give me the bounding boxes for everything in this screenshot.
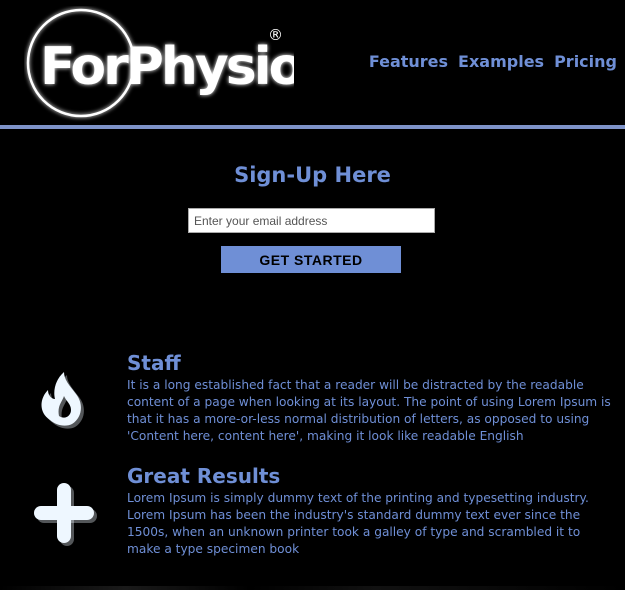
feature-staff-text: It is a long established fact that a rea… xyxy=(127,378,611,443)
forphysio-logo[interactable]: ForPhysio ® xyxy=(24,6,294,122)
feature-results-text: Lorem Ipsum is simply dummy text of the … xyxy=(127,491,589,556)
nav-features-link[interactable]: Features xyxy=(369,52,448,71)
nav-examples-link[interactable]: Examples xyxy=(458,52,544,71)
nav-pricing-link[interactable]: Pricing xyxy=(554,52,617,71)
flame-icon xyxy=(41,372,84,429)
email-field[interactable] xyxy=(188,208,435,233)
signup-title: Sign-Up Here xyxy=(234,163,391,187)
logo-wordmark: ForPhysio xyxy=(40,37,294,97)
plus-icon xyxy=(34,483,97,546)
feature-staff-title: Staff xyxy=(127,351,181,375)
main-nav: Features Examples Pricing xyxy=(369,52,617,71)
footer-edge xyxy=(0,586,625,590)
get-started-button[interactable]: GET STARTED xyxy=(221,246,401,273)
feature-results-title: Great Results xyxy=(127,464,281,488)
header-divider xyxy=(0,125,625,129)
registered-mark: ® xyxy=(268,26,283,44)
site-header: ForPhysio ® Features Examples Pricing xyxy=(0,0,625,125)
